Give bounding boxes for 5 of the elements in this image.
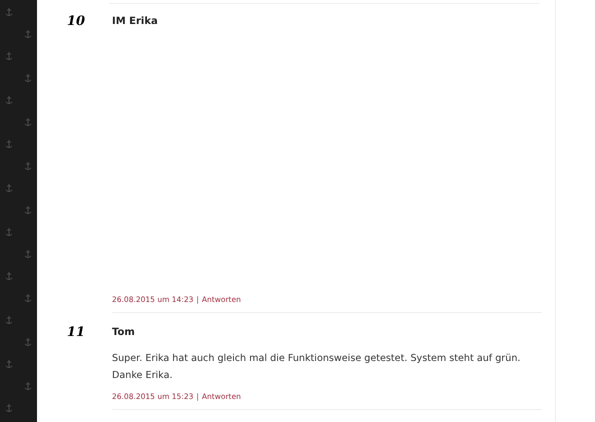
comment-number: 11	[66, 325, 85, 342]
comment-number: 10	[66, 14, 85, 31]
comment-author: Tom	[112, 327, 136, 338]
comment-author: IM Erika	[112, 16, 159, 27]
comment-text: Super. Erika hat auch gleich mal die Funktionsweise getestet. System steht auf grün. Danke Erika.	[112, 352, 522, 383]
